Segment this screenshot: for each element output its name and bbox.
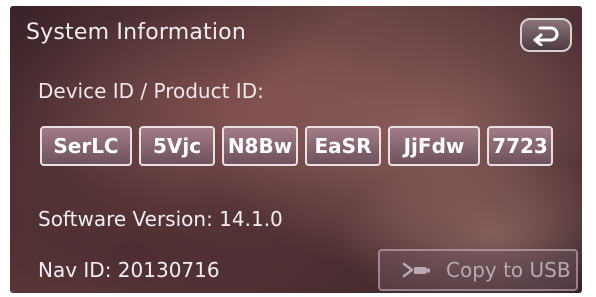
device-product-id-label: Device ID / Product ID:: [38, 79, 264, 103]
id-segment: N8Bw: [222, 126, 298, 166]
return-arrow-icon: [533, 26, 559, 46]
id-segment: EaSR: [305, 126, 381, 166]
software-version-text: Software Version: 14.1.0: [38, 207, 283, 231]
usb-copy-icon: [402, 262, 430, 278]
id-segment: 5Vjc: [139, 126, 215, 166]
device-id-row: SerLC 5Vjc N8Bw EaSR JjFdw 7723: [40, 126, 553, 166]
id-segment: SerLC: [40, 126, 132, 166]
back-button[interactable]: [520, 18, 572, 52]
id-segment: 7723: [487, 126, 553, 166]
page-title: System Information: [26, 20, 246, 45]
copy-to-usb-button[interactable]: Copy to USB: [378, 249, 578, 291]
nav-id-text: Nav ID: 20130716: [38, 258, 220, 282]
system-information-screen: System Information Device ID / Product I…: [10, 6, 582, 293]
id-segment: JjFdw: [388, 126, 480, 166]
copy-to-usb-label: Copy to USB: [446, 258, 571, 282]
